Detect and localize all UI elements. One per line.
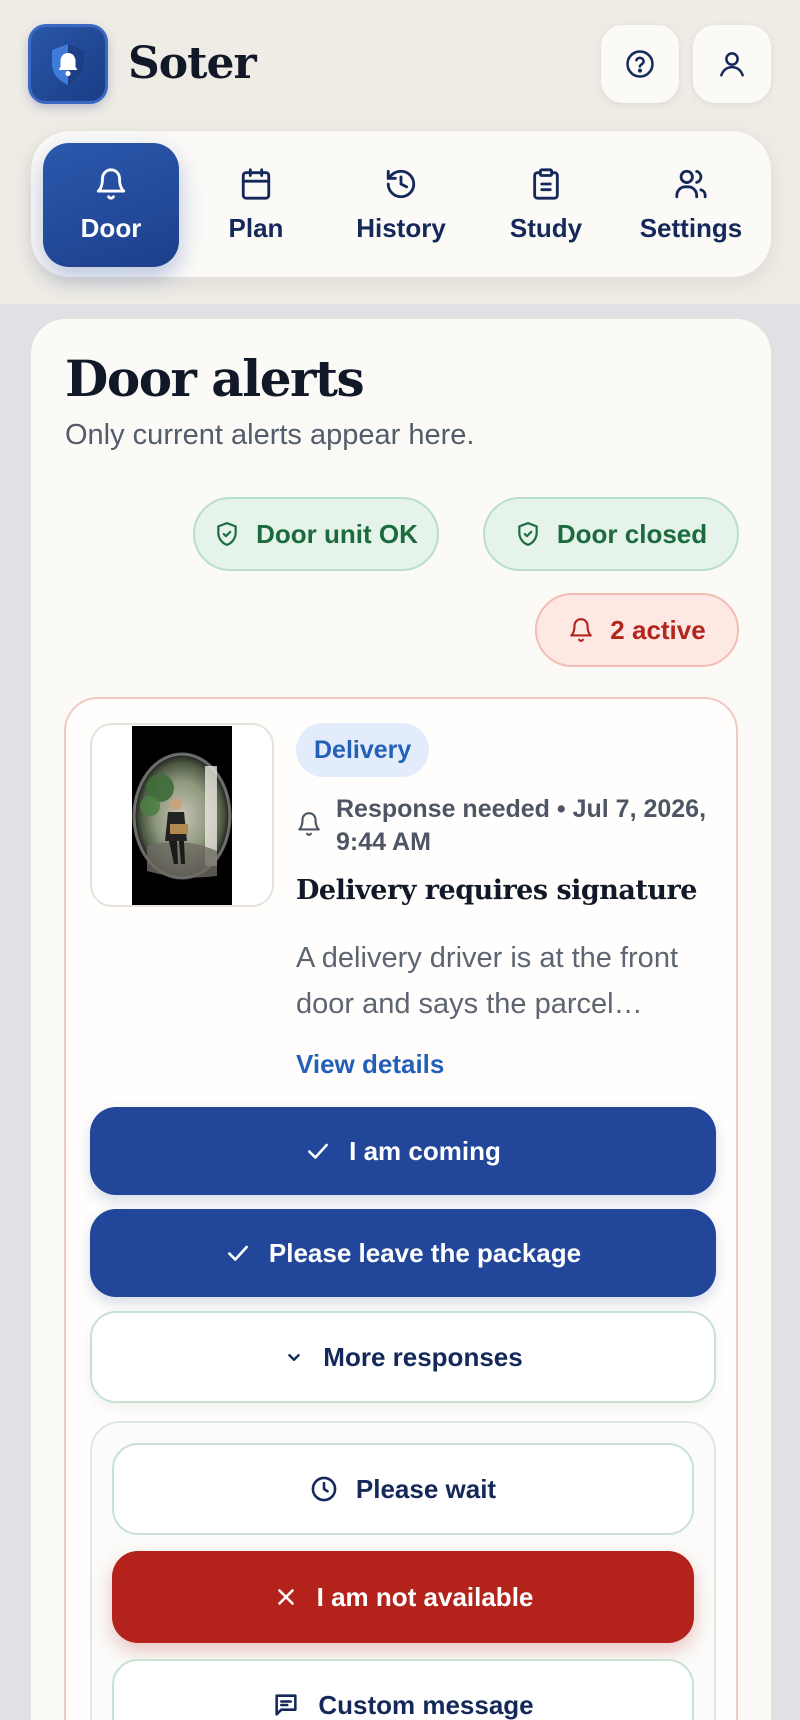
alert-card: Delivery Response needed • Jul 7, 2026, … — [64, 697, 738, 1720]
tab-door[interactable]: Door — [43, 143, 179, 267]
alert-meta-text: Response needed • Jul 7, 2026, 9:44 AM — [336, 795, 707, 856]
account-button[interactable] — [693, 25, 771, 103]
door-alerts-panel: Door alerts Only current alerts appear h… — [30, 318, 772, 1720]
shield-check-icon — [217, 522, 237, 546]
button-label: Custom message — [318, 1689, 534, 1720]
app-logo — [28, 24, 108, 104]
check-icon — [227, 1245, 248, 1261]
button-label: More responses — [323, 1341, 523, 1372]
app-header: Soter Door Plan History Study Settings — [0, 0, 800, 304]
tab-label: History — [356, 212, 446, 243]
active-alerts-count: 2 active — [610, 614, 706, 645]
button-label: Please wait — [355, 1473, 497, 1504]
view-details-link[interactable]: View details — [296, 1049, 444, 1080]
tab-label: Study — [509, 212, 583, 243]
door-closed-status-label: Door closed — [556, 518, 708, 549]
check-icon — [308, 1143, 329, 1159]
doorbell-camera-image — [132, 726, 232, 905]
not-available-button[interactable]: I am not available — [112, 1551, 694, 1643]
door-closed-status-badge: Door closed — [483, 497, 739, 571]
alert-description: A delivery driver is at the front door a… — [296, 942, 678, 1020]
history-icon — [386, 169, 416, 198]
i-am-coming-button[interactable]: I am coming — [90, 1107, 716, 1195]
calendar-icon — [241, 167, 271, 200]
button-label: I am not available — [316, 1581, 534, 1612]
clipboard-icon — [533, 167, 559, 200]
user-icon — [720, 52, 744, 77]
door-unit-status-badge: Door unit OK — [193, 497, 439, 571]
app-name: Soter — [128, 38, 257, 89]
button-label: I am coming — [349, 1135, 501, 1166]
page-subtitle: Only current alerts appear here. — [65, 419, 475, 451]
shield-check-icon — [518, 522, 538, 546]
custom-message-button[interactable]: Custom message — [112, 1659, 694, 1720]
bell-icon — [570, 618, 593, 642]
door-unit-status-label: Door unit OK — [256, 518, 418, 549]
camera-snapshot[interactable] — [90, 723, 274, 907]
users-icon — [675, 169, 707, 198]
tab-plan[interactable]: Plan — [188, 143, 324, 267]
alert-meta: Response needed • Jul 7, 2026, 9:44 AM — [296, 793, 716, 859]
close-icon — [277, 1589, 294, 1605]
bell-icon — [298, 812, 320, 836]
tab-label: Door — [80, 212, 142, 243]
more-responses-toggle[interactable]: More responses — [90, 1311, 716, 1403]
tab-study[interactable]: Study — [478, 143, 614, 267]
tab-settings[interactable]: Settings — [623, 143, 759, 267]
please-wait-button[interactable]: Please wait — [112, 1443, 694, 1535]
active-alerts-badge: 2 active — [535, 593, 739, 667]
help-button[interactable] — [601, 25, 679, 103]
tab-label: Plan — [228, 212, 284, 243]
tab-label: Settings — [639, 212, 743, 243]
help-circle-icon — [626, 50, 654, 78]
tab-history[interactable]: History — [333, 143, 469, 267]
bell-icon — [96, 168, 126, 200]
alert-type-tag: Delivery — [296, 723, 430, 777]
message-icon — [275, 1694, 297, 1716]
more-responses-panel: Please wait I am not available Custom me… — [90, 1421, 716, 1720]
bell-shield-icon — [52, 44, 84, 85]
button-label: Please leave the package — [268, 1237, 582, 1268]
main-tab-bar: Door Plan History Study Settings — [30, 130, 772, 278]
clock-icon — [311, 1476, 337, 1502]
chevron-down-icon — [288, 1353, 301, 1361]
leave-package-button[interactable]: Please leave the package — [90, 1209, 716, 1297]
page-title: Door alerts — [65, 349, 365, 408]
alert-title: Delivery requires signature — [296, 875, 697, 906]
